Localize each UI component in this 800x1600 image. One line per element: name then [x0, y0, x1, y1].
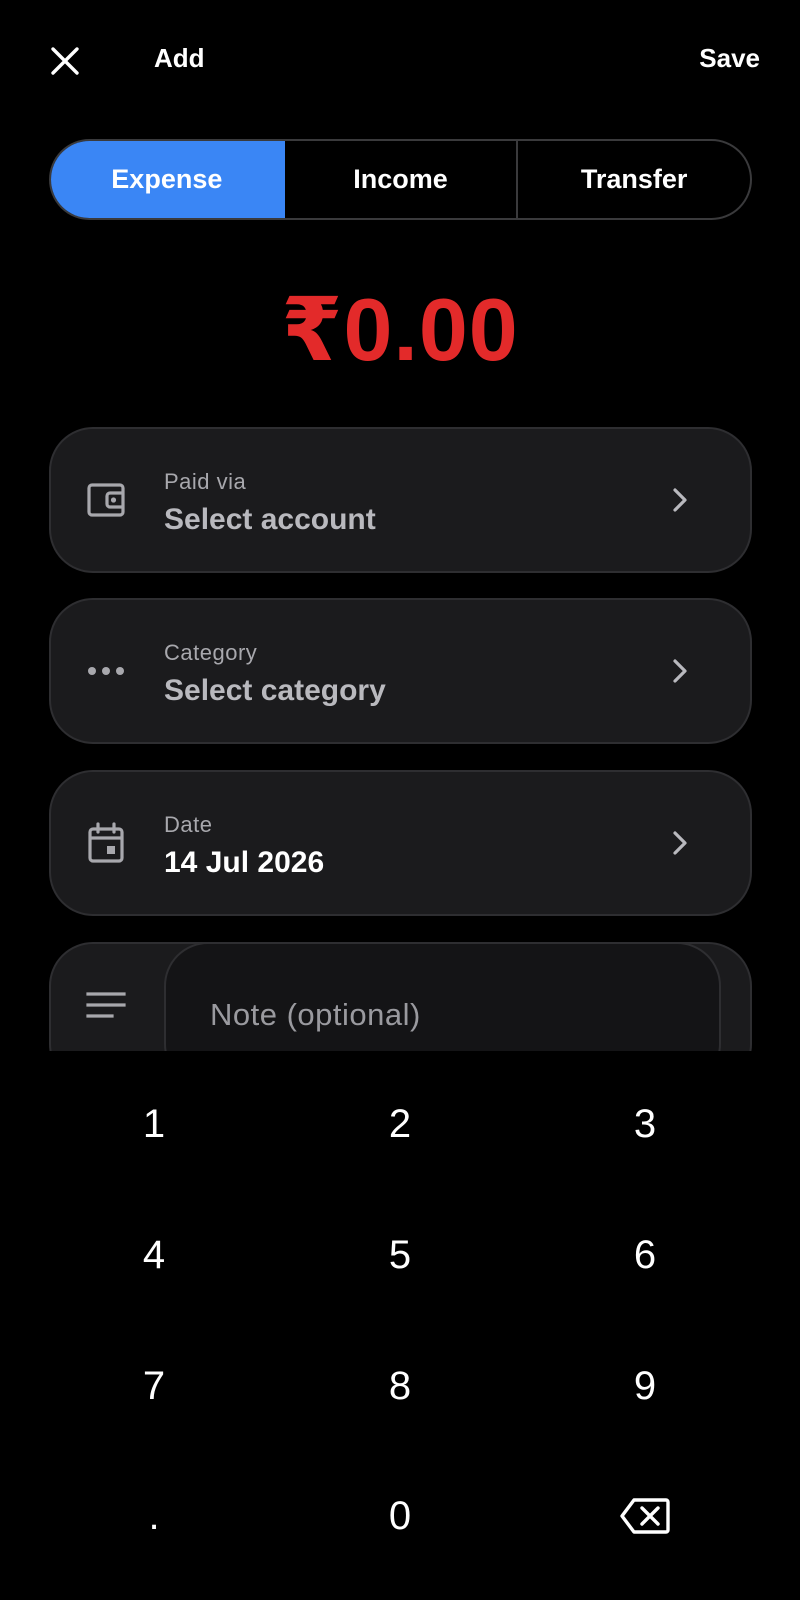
key-7[interactable]: 7: [54, 1336, 254, 1436]
transaction-type-toggle: Expense Income Transfer: [49, 139, 752, 220]
key-6[interactable]: 6: [545, 1205, 745, 1305]
wallet-icon: [85, 479, 127, 521]
key-3[interactable]: 3: [545, 1074, 745, 1174]
date-label: Date: [164, 812, 213, 837]
key-8[interactable]: 8: [300, 1336, 500, 1436]
tab-expense[interactable]: Expense: [51, 141, 285, 218]
category-selector[interactable]: Category Select category: [49, 598, 752, 744]
tab-transfer[interactable]: Transfer: [518, 141, 750, 218]
more-horiz-icon: [85, 650, 127, 692]
category-value: Select category: [164, 674, 386, 707]
page-title: Add: [154, 43, 205, 73]
backspace-icon: [620, 1498, 670, 1534]
add-transaction-screen: Add Save Expense Income Transfer ₹0.00 P…: [0, 0, 800, 1600]
note-card: [49, 942, 752, 1051]
save-button[interactable]: Save: [699, 40, 760, 76]
numeric-keypad: 1 2 3 4 5 6 7 8 9 . 0: [0, 1060, 800, 1600]
amount-display: ₹0.00: [281, 280, 519, 379]
chevron-right-icon: [668, 828, 692, 858]
chevron-right-icon: [668, 485, 692, 515]
calendar-icon: [85, 822, 127, 864]
key-decimal[interactable]: .: [54, 1466, 254, 1566]
date-selector[interactable]: Date 14 Jul 2026: [49, 770, 752, 916]
chevron-right-icon: [668, 656, 692, 686]
top-app-bar: Add Save: [0, 0, 800, 115]
key-4[interactable]: 4: [54, 1205, 254, 1305]
close-icon: [51, 47, 79, 75]
account-value: Select account: [164, 503, 376, 536]
account-selector[interactable]: Paid via Select account: [49, 427, 752, 573]
key-5[interactable]: 5: [300, 1205, 500, 1305]
backspace-button[interactable]: [545, 1466, 745, 1566]
category-label: Category: [164, 640, 258, 665]
key-0[interactable]: 0: [300, 1466, 500, 1566]
close-button[interactable]: [40, 36, 90, 86]
key-9[interactable]: 9: [545, 1336, 745, 1436]
notes-icon: [85, 984, 127, 1026]
date-value: 14 Jul 2026: [164, 846, 325, 879]
account-label: Paid via: [164, 469, 247, 494]
note-input[interactable]: [164, 942, 721, 1051]
key-2[interactable]: 2: [300, 1074, 500, 1174]
tab-income[interactable]: Income: [285, 141, 519, 218]
note-section: [0, 940, 800, 1051]
key-1[interactable]: 1: [54, 1074, 254, 1174]
